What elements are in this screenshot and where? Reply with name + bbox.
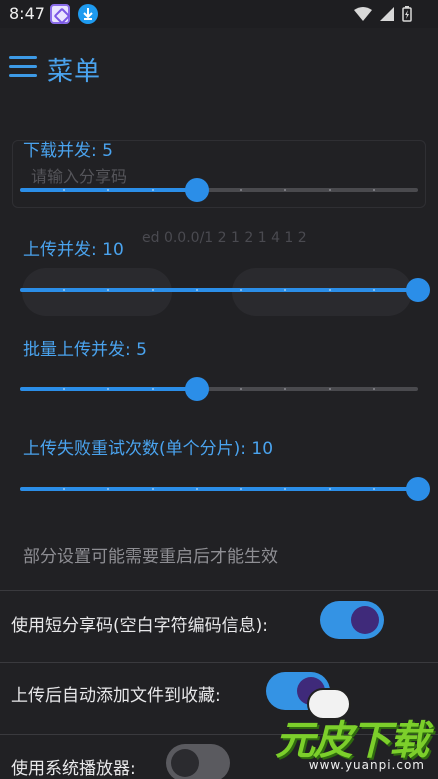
- batch-upload-concurrency-slider[interactable]: [20, 377, 418, 401]
- download-concurrency-label: 下载并发: 5: [23, 141, 113, 161]
- drawer-title: 菜单: [47, 57, 102, 87]
- batch-upload-concurrency-label: 批量上传并发: 5: [23, 340, 147, 360]
- short-share-code-row[interactable]: 使用短分享码(空白字符编码信息):: [0, 591, 438, 661]
- slider-tick: [151, 289, 154, 291]
- slider-tick: [372, 189, 375, 191]
- system-player-switch[interactable]: [166, 744, 230, 779]
- status-bar: 8:47: [0, 0, 438, 28]
- status-time: 8:47: [9, 4, 45, 23]
- slider-fill: [20, 487, 418, 491]
- slider-thumb[interactable]: [184, 377, 209, 401]
- short-share-code-label: 使用短分享码(空白字符编码信息):: [11, 616, 268, 636]
- download-notification-icon: [78, 4, 98, 24]
- background-faded-text: ed 0.0.0/1 2 1 2 1 4 1 2: [142, 230, 307, 246]
- slider-tick: [151, 488, 154, 490]
- battery-icon: [402, 6, 412, 22]
- slider-tick: [151, 189, 154, 191]
- signal-icon: [380, 7, 394, 21]
- upload-retry-count-slider[interactable]: [20, 477, 430, 501]
- short-share-code-switch[interactable]: [320, 601, 384, 639]
- system-player-label: 使用系统播放器:: [11, 759, 136, 779]
- background-button-right: [232, 268, 412, 316]
- slider-tick: [328, 189, 331, 191]
- slider-tick: [284, 388, 287, 390]
- slider-tick: [240, 189, 243, 191]
- upload-retry-count-label: 上传失败重试次数(单个分片): 10: [23, 439, 274, 459]
- hamburger-menu-icon[interactable]: [9, 56, 37, 78]
- site-watermark: 元皮下载 www.yuanpi.com: [255, 680, 435, 778]
- slider-tick: [372, 488, 375, 490]
- app-notification-icon: [50, 4, 70, 24]
- slider-fill: [20, 288, 418, 292]
- drawer-header: 菜单: [0, 40, 438, 96]
- download-concurrency-slider[interactable]: [20, 178, 418, 202]
- slider-tick: [372, 289, 375, 291]
- upload-concurrency-slider[interactable]: [20, 278, 430, 302]
- slider-thumb[interactable]: [406, 278, 430, 302]
- slider-tick: [372, 388, 375, 390]
- slider-tick: [328, 388, 331, 390]
- upload-concurrency-label: 上传并发: 10: [23, 240, 124, 260]
- slider-tick: [195, 488, 198, 490]
- slider-thumb[interactable]: [406, 477, 430, 501]
- auto-favorite-label: 上传后自动添加文件到收藏:: [11, 686, 221, 706]
- slider-tick: [328, 289, 331, 291]
- slider-tick: [240, 388, 243, 390]
- watermark-url: www.yuanpi.com: [308, 758, 425, 772]
- slider-tick: [284, 189, 287, 191]
- wifi-icon: [354, 7, 372, 21]
- background-input-placeholder: 请输入分享码: [31, 167, 128, 186]
- background-button-left: [22, 268, 172, 316]
- slider-tick: [328, 488, 331, 490]
- slider-tick: [195, 289, 198, 291]
- slider-thumb[interactable]: [184, 178, 209, 202]
- restart-hint-text: 部分设置可能需要重启后才能生效: [23, 547, 278, 567]
- slider-tick: [151, 388, 154, 390]
